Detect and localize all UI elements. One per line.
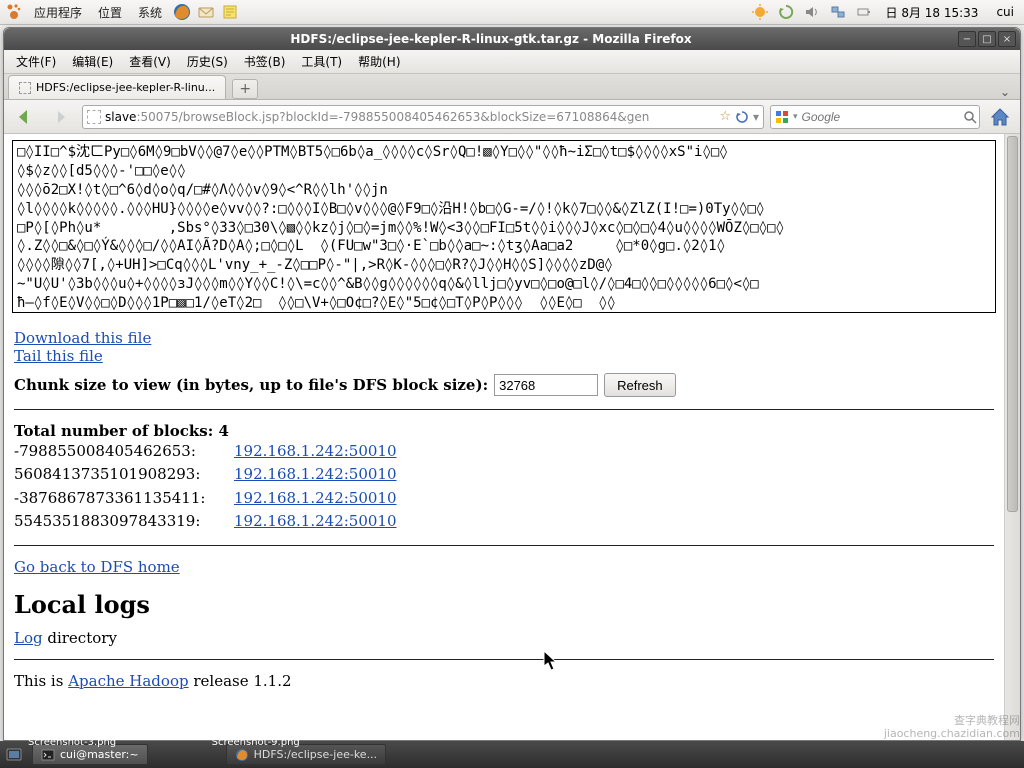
- menu-places[interactable]: 位置: [92, 2, 128, 23]
- notes-launcher-icon[interactable]: [220, 2, 240, 22]
- battery-icon[interactable]: [854, 2, 874, 22]
- log-link[interactable]: Log: [14, 629, 43, 647]
- menu-view[interactable]: 查看(V): [121, 51, 179, 72]
- search-input[interactable]: [802, 110, 959, 124]
- user-menu[interactable]: cui: [990, 5, 1020, 19]
- window-titlebar[interactable]: HDFS:/eclipse-jee-kepler-R-linux-gtk.tar…: [4, 28, 1020, 50]
- tab-bar: HDFS:/eclipse-jee-kepler-R-linu... + ⌄: [4, 74, 1020, 100]
- refresh-button[interactable]: Refresh: [604, 373, 676, 397]
- block-row: -3876867873361135411:192.168.1.242:50010: [14, 487, 994, 510]
- google-icon: [775, 110, 789, 124]
- maximize-button[interactable]: □: [978, 31, 996, 47]
- url-text: slave:50075/browseBlock.jsp?blockId=-798…: [105, 110, 715, 124]
- window-title: HDFS:/eclipse-jee-kepler-R-linux-gtk.tar…: [24, 32, 958, 46]
- block-row: -798855008405462653:192.168.1.242:50010: [14, 440, 994, 463]
- block-host-link[interactable]: 192.168.1.242:50010: [234, 510, 397, 533]
- block-host-link[interactable]: 192.168.1.242:50010: [234, 487, 397, 510]
- close-button[interactable]: ×: [998, 31, 1016, 47]
- reload-icon[interactable]: [735, 110, 749, 124]
- menu-bookmarks[interactable]: 书签(B): [236, 51, 294, 72]
- chunk-size-input[interactable]: [494, 374, 598, 396]
- binary-dump: □◊II□^$沈ㄈPy□◊6M◊9□bV◊◊@7◊e◊◊PTM◊BT5◊□6b◊…: [12, 140, 996, 313]
- block-row: 5608413735101908293:192.168.1.242:50010: [14, 463, 994, 486]
- gnome-top-panel: 应用程序 位置 系统 日 8月 18 15:33 cui: [0, 0, 1024, 25]
- weather-icon[interactable]: [750, 2, 770, 22]
- search-go-icon[interactable]: [963, 110, 977, 124]
- chunk-label: Chunk size to view (in bytes, up to file…: [14, 376, 488, 394]
- volume-icon[interactable]: [802, 2, 822, 22]
- menu-history[interactable]: 历史(S): [179, 51, 236, 72]
- menu-file[interactable]: 文件(F): [8, 51, 64, 72]
- show-desktop-icon[interactable]: [4, 745, 24, 765]
- block-row: 5545351883097843319:192.168.1.242:50010: [14, 510, 994, 533]
- menu-applications[interactable]: 应用程序: [28, 2, 88, 23]
- block-host-link[interactable]: 192.168.1.242:50010: [234, 440, 397, 463]
- block-host-link[interactable]: 192.168.1.242:50010: [234, 463, 397, 486]
- vertical-scrollbar[interactable]: [1004, 134, 1020, 740]
- menu-tools[interactable]: 工具(T): [293, 51, 350, 72]
- gnome-foot-icon[interactable]: [4, 2, 24, 22]
- search-box[interactable]: ▾: [770, 105, 980, 129]
- apache-hadoop-link[interactable]: Apache Hadoop: [68, 672, 188, 690]
- tabs-dropdown-icon[interactable]: ⌄: [994, 85, 1016, 99]
- gnome-bottom-panel: Screenshot-3.png cui@master:~ Screenshot…: [0, 741, 1024, 768]
- update-icon[interactable]: [776, 2, 796, 22]
- menu-help[interactable]: 帮助(H): [350, 51, 408, 72]
- watermark: 查字典教程网jiaocheng.chazidian.com: [884, 714, 1020, 740]
- dfs-home-link[interactable]: Go back to DFS home: [14, 558, 180, 576]
- clock[interactable]: 日 8月 18 15:33: [880, 4, 985, 21]
- minimize-button[interactable]: −: [958, 31, 976, 47]
- blocks-heading: Total number of blocks: 4: [14, 422, 994, 440]
- footer: This is Apache Hadoop release 1.1.2: [14, 672, 994, 690]
- desktop-file-label: Screenshot-3.png: [28, 737, 116, 748]
- firefox-launcher-icon[interactable]: [172, 2, 192, 22]
- tab-active[interactable]: HDFS:/eclipse-jee-kepler-R-linu...: [8, 75, 226, 99]
- tab-label: HDFS:/eclipse-jee-kepler-R-linu...: [36, 81, 215, 94]
- nav-toolbar: slave:50075/browseBlock.jsp?blockId=-798…: [4, 100, 1020, 134]
- network-icon[interactable]: [828, 2, 848, 22]
- firefox-window: HDFS:/eclipse-jee-kepler-R-linux-gtk.tar…: [3, 27, 1021, 741]
- search-dropdown-icon[interactable]: ▾: [793, 112, 798, 122]
- local-logs-heading: Local logs: [14, 590, 994, 619]
- page-icon: [19, 82, 31, 94]
- firefox-menubar: 文件(F) 编辑(E) 查看(V) 历史(S) 书签(B) 工具(T) 帮助(H…: [4, 50, 1020, 74]
- download-link[interactable]: Download this file: [14, 329, 151, 347]
- site-identity-icon[interactable]: [87, 110, 101, 124]
- dropdown-icon[interactable]: ▾: [753, 110, 759, 124]
- new-tab-button[interactable]: +: [232, 79, 258, 99]
- url-bar[interactable]: slave:50075/browseBlock.jsp?blockId=-798…: [82, 105, 764, 129]
- tail-link[interactable]: Tail this file: [14, 347, 103, 365]
- page-content: □◊II□^$沈ㄈPy□◊6M◊9□bV◊◊@7◊e◊◊PTM◊BT5◊□6b◊…: [4, 134, 1004, 740]
- rss-icon[interactable]: ☆: [719, 109, 731, 124]
- desktop-file-label: Screenshot-9.png: [212, 737, 300, 748]
- evolution-launcher-icon[interactable]: [196, 2, 216, 22]
- home-button[interactable]: [986, 104, 1014, 130]
- menu-system[interactable]: 系统: [132, 2, 168, 23]
- forward-button[interactable]: [46, 104, 76, 130]
- menu-edit[interactable]: 编辑(E): [64, 51, 121, 72]
- log-rest: directory: [43, 629, 117, 647]
- back-button[interactable]: [10, 104, 40, 130]
